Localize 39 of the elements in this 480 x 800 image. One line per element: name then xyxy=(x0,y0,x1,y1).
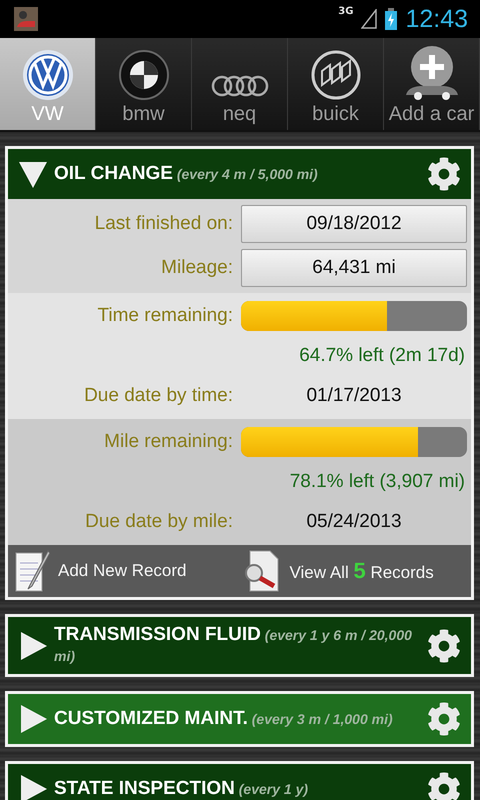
car-logo-icon xyxy=(22,49,74,101)
field-label: Due date by mile: xyxy=(84,511,233,533)
section-title: CUSTOMIZED MAINT. (every 3 m / 1,000 mi) xyxy=(54,708,394,730)
view-records-link[interactable]: View All 5 Records xyxy=(240,549,465,593)
remaining-note: 78.1% left (3,907 mi) xyxy=(288,471,466,493)
field-label: Mileage: xyxy=(160,257,233,279)
settings-icon[interactable] xyxy=(427,772,461,800)
car-tab[interactable]: bmw xyxy=(96,38,192,130)
section-title: TRANSMISSION FLUID (every 1 y 6 m / 20,000 mi) xyxy=(54,624,413,666)
field-value: 01/17/2013 xyxy=(305,385,403,407)
clock: 12:43 xyxy=(405,4,468,34)
section-header[interactable]: OIL CHANGE (every 4 m / 5,000 mi) xyxy=(8,149,471,199)
remaining-note: 64.7% left (2m 17d) xyxy=(298,345,466,367)
section-header[interactable]: STATE INSPECTION (every 1 y) xyxy=(8,764,471,800)
value-button[interactable]: 64,431 mi xyxy=(241,249,467,287)
settings-icon[interactable] xyxy=(427,628,461,662)
field-label: Due date by time: xyxy=(83,385,233,407)
section-header[interactable]: TRANSMISSION FLUID (every 1 y 6 m / 20,000 mi) xyxy=(8,617,471,674)
settings-icon[interactable] xyxy=(427,157,461,191)
section-header[interactable]: CUSTOMIZED MAINT. (every 3 m / 1,000 mi) xyxy=(8,694,471,744)
notepad-icon xyxy=(14,549,50,593)
field-label: Last finished on: xyxy=(94,213,233,235)
field-label: Time remaining: xyxy=(96,305,233,327)
value-button[interactable]: 09/18/2012 xyxy=(241,205,467,243)
battery-icon xyxy=(385,8,398,30)
section-title: STATE INSPECTION (every 1 y) xyxy=(54,778,310,800)
app-icon xyxy=(14,7,38,31)
car-logo-icon xyxy=(118,49,170,101)
section-title: OIL CHANGE (every 4 m / 5,000 mi) xyxy=(54,163,319,185)
settings-icon[interactable] xyxy=(427,702,461,736)
car-tab[interactable]: neq xyxy=(192,38,288,130)
network-type: 3G xyxy=(338,6,354,17)
field-value: 05/24/2013 xyxy=(305,511,403,533)
car-tab[interactable]: Add a car xyxy=(384,38,480,130)
field-label: Mile remaining: xyxy=(103,431,233,453)
add-record-link[interactable]: Add New Record xyxy=(14,549,240,593)
car-tab[interactable]: buick xyxy=(288,38,384,130)
signal-icon xyxy=(361,9,378,29)
car-logo-icon xyxy=(310,49,362,101)
